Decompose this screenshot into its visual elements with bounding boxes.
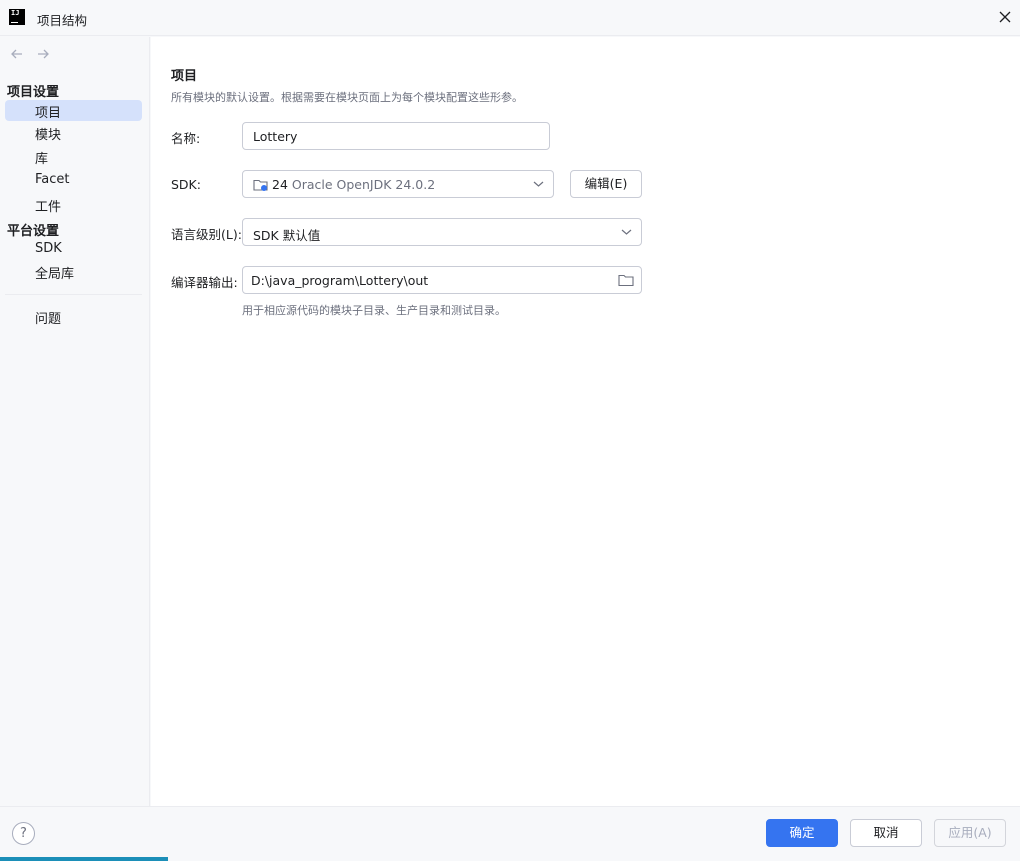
page-title: 项目 [171,69,198,84]
ok-button[interactable]: 确定 [766,819,838,847]
project-settings-heading: 项目设置 [7,85,60,100]
sidebar-item-problems[interactable]: 问题 [5,306,142,327]
sidebar-item-label: SDK [35,241,62,256]
jdk-folder-icon [253,179,268,191]
sidebar-divider [5,294,142,295]
compiler-output-hint: 用于相应源代码的模块子目录、生产目录和测试目录。 [242,304,506,317]
compiler-output-label: 编译器输出: [171,275,238,290]
dialog-footer: ? 确定 取消 应用(A) [0,806,1020,861]
compiler-output-field[interactable]: D:\java_program\Lottery\out [242,266,642,294]
intellij-app-icon: IJ [9,9,25,25]
close-icon[interactable] [994,6,1016,28]
name-label: 名称: [171,131,201,146]
language-level-label: 语言级别(L): [171,227,242,242]
sdk-version: 24 [272,177,288,192]
page-description: 所有模块的默认设置。根据需要在模块页面上为每个模块配置这些形参。 [171,91,523,104]
chevron-down-icon [621,229,632,235]
apply-button[interactable]: 应用(A) [934,819,1006,847]
sidebar-item-label: 工件 [35,200,62,215]
project-settings-panel: 项目 所有模块的默认设置。根据需要在模块页面上为每个模块配置这些形参。 名称: … [151,37,1020,806]
title-bar: IJ 项目结构 [0,0,1020,36]
help-button[interactable]: ? [12,822,35,845]
sidebar-item-label: 项目 [35,106,62,121]
sidebar-item-label: Facet [35,172,70,187]
folder-icon[interactable] [618,273,634,287]
chevron-down-icon [533,181,544,187]
language-level-value: SDK 默认值 [253,228,321,243]
cancel-button[interactable]: 取消 [850,819,922,847]
sidebar-item-modules[interactable]: 模块 [5,122,142,143]
sidebar-item-facets[interactable]: Facet [5,170,142,191]
sidebar-item-artifacts[interactable]: 工件 [5,194,142,215]
language-level-dropdown[interactable]: SDK 默认值 [242,218,642,246]
sdk-label: SDK: [171,177,201,192]
project-name-field[interactable]: Lottery [242,122,550,150]
compiler-output-value: D:\java_program\Lottery\out [251,273,429,288]
window-title: 项目结构 [37,13,88,28]
sidebar-item-label: 库 [35,152,49,167]
forward-arrow-icon[interactable] [35,46,51,62]
sdk-edit-button[interactable]: 编辑(E) [570,170,642,198]
taskbar-accent [0,857,168,861]
sidebar-item-project[interactable]: 项目 [5,100,142,121]
back-arrow-icon[interactable] [9,46,25,62]
sdk-dropdown[interactable]: 24 Oracle OpenJDK 24.0.2 [242,170,554,198]
sidebar-item-label: 全局库 [35,267,75,282]
sdk-name: Oracle OpenJDK 24.0.2 [291,177,436,192]
sidebar-item-label: 问题 [35,312,62,327]
platform-settings-heading: 平台设置 [7,224,60,239]
sidebar-item-libraries[interactable]: 库 [5,146,142,167]
project-name-value: Lottery [253,129,298,144]
sidebar-item-label: 模块 [35,128,62,143]
sidebar-item-sdks[interactable]: SDK [5,239,142,260]
sidebar-item-global-libraries[interactable]: 全局库 [5,261,142,282]
sidebar: 项目设置 项目 模块 库 Facet 工件 平台设置 SDK 全局库 问题 [0,37,150,806]
